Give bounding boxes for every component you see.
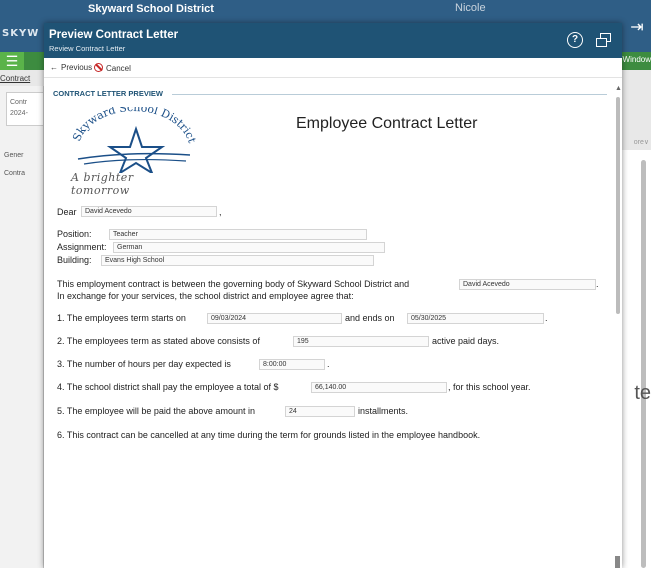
district-logo: Skyward School District A brighter tomor…: [66, 101, 199, 197]
background-scrollbar[interactable]: [641, 160, 646, 568]
total-pay-field: 66,140.00: [311, 382, 447, 393]
item3-period-text: .: [327, 359, 330, 369]
star-logo-icon: Skyward School District: [70, 101, 199, 176]
app-logo: SKYW: [2, 28, 40, 39]
popout-window-icon[interactable]: [596, 32, 612, 48]
arrow-left-icon: ←: [50, 63, 58, 72]
term-end-text: and ends on: [345, 313, 395, 323]
hours-text: 3. The number of hours per day expected …: [57, 359, 231, 369]
intro-line-2: In exchange for your services, the schoo…: [57, 291, 354, 301]
scroll-down-button[interactable]: [615, 556, 620, 568]
breadcrumb[interactable]: Contract: [0, 74, 30, 83]
previous-button[interactable]: ← Previous: [50, 63, 92, 72]
installments-text: 5. The employee will be paid the above a…: [57, 406, 255, 416]
tab-contract[interactable]: Contra: [0, 170, 44, 177]
more-label: ore: [633, 139, 644, 146]
item1-period-text: .: [545, 313, 548, 323]
cancel-label: Cancel: [106, 64, 131, 73]
previous-label: Previous: [61, 63, 93, 72]
card-line: Contr: [10, 99, 28, 106]
scroll-thumb[interactable]: [616, 97, 620, 314]
cancel-button[interactable]: Cancel: [94, 63, 131, 73]
term-start-text: 1. The employees term starts on: [57, 313, 186, 323]
letter-title: Employee Contract Letter: [296, 115, 478, 132]
logo-tagline: A brighter tomorrow: [71, 171, 134, 197]
modal-header: Preview Contract Letter Review Contract …: [44, 23, 622, 58]
end-date-field: 05/30/2025: [407, 313, 544, 324]
start-date-field: 09/03/2024: [207, 313, 342, 324]
help-icon[interactable]: ?: [567, 32, 583, 48]
installments-suffix: installments.: [358, 406, 409, 416]
hamburger-menu-icon[interactable]: ☰: [0, 52, 24, 70]
right-panel: [622, 150, 651, 568]
background-partial-text: te: [634, 382, 651, 404]
cancellation-text: 6. This contract can be cancelled at any…: [57, 430, 481, 440]
intro-period-text: .: [596, 279, 599, 289]
position-field: Teacher: [109, 229, 367, 240]
comma-text: ,: [219, 207, 222, 217]
intro-employee-field: David Acevedo: [459, 279, 596, 290]
preview-contract-modal: Preview Contract Letter Review Contract …: [44, 23, 622, 568]
district-name: Skyward School District: [88, 3, 214, 15]
dear-label: Dear: [57, 207, 77, 217]
hours-field: 8:00:00: [259, 359, 325, 370]
total-pay-text: 4. The school district shall pay the emp…: [57, 382, 279, 392]
card-line: 2024-: [10, 110, 28, 117]
total-pay-suffix: , for this school year.: [448, 382, 531, 392]
section-label: CONTRACT LETTER PREVIEW: [53, 89, 163, 98]
employee-name-field: David Acevedo: [81, 206, 217, 217]
scroll-up-icon[interactable]: ▲: [615, 85, 622, 92]
section-divider: [172, 94, 607, 95]
intro-line-1: This employment contract is between the …: [57, 279, 410, 289]
chevron-down-icon: ∨: [643, 139, 649, 146]
building-field: Evans High School: [101, 255, 374, 266]
installments-field: 24: [285, 406, 355, 417]
tab-general[interactable]: Gener: [0, 152, 44, 159]
letter-scrollbar[interactable]: ▲: [614, 85, 622, 568]
paid-days-text: 2. The employees term as stated above co…: [57, 336, 260, 346]
window-link[interactable]: Window: [623, 55, 651, 64]
record-card[interactable]: Contr 2024-: [6, 92, 44, 126]
modal-subtitle: Review Contract Letter: [49, 44, 126, 53]
modal-title: Preview Contract Letter: [49, 29, 179, 41]
user-name[interactable]: Nicole: [455, 2, 486, 14]
assignment-label: Assignment:: [57, 242, 107, 252]
assignment-field: German: [113, 242, 385, 253]
cancel-icon: [94, 63, 103, 72]
modal-toolbar: ← Previous Cancel: [44, 58, 622, 78]
building-label: Building:: [57, 255, 92, 265]
paid-days-suffix: active paid days.: [432, 336, 500, 346]
exit-icon[interactable]: ⇥: [627, 18, 647, 38]
paid-days-field: 195: [293, 336, 429, 347]
more-menu[interactable]: ore∨: [634, 138, 649, 146]
position-label: Position:: [57, 229, 92, 239]
